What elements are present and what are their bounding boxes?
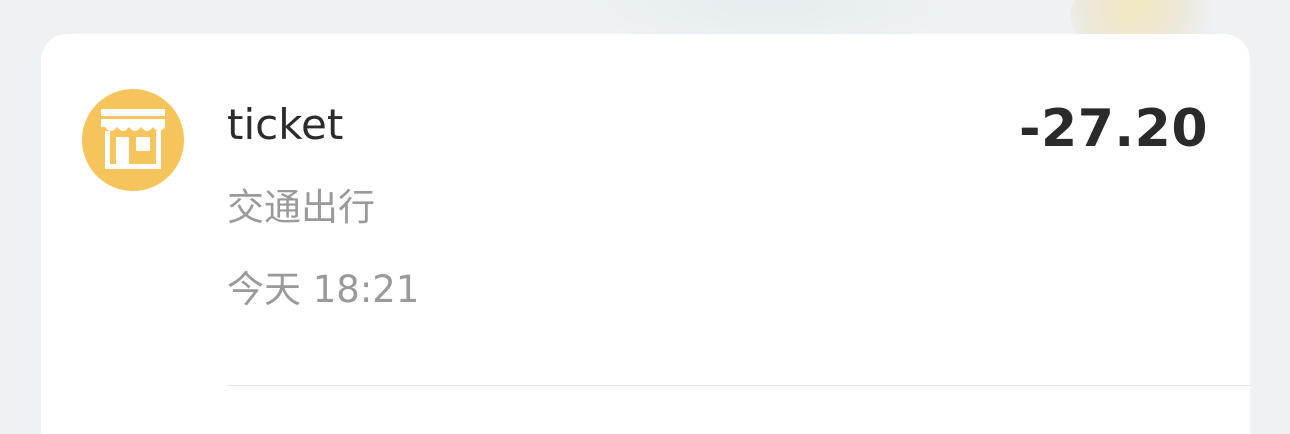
transaction-card[interactable]: ticket -27.20 交通出行 今天 18:21 bbox=[41, 34, 1250, 434]
transaction-time: 今天 18:21 bbox=[227, 268, 420, 311]
divider bbox=[227, 385, 1250, 386]
shop-icon bbox=[82, 89, 184, 191]
transaction-category: 交通出行 bbox=[227, 186, 375, 229]
transaction-title: ticket bbox=[227, 100, 344, 149]
transaction-amount: -27.20 bbox=[1018, 99, 1208, 159]
